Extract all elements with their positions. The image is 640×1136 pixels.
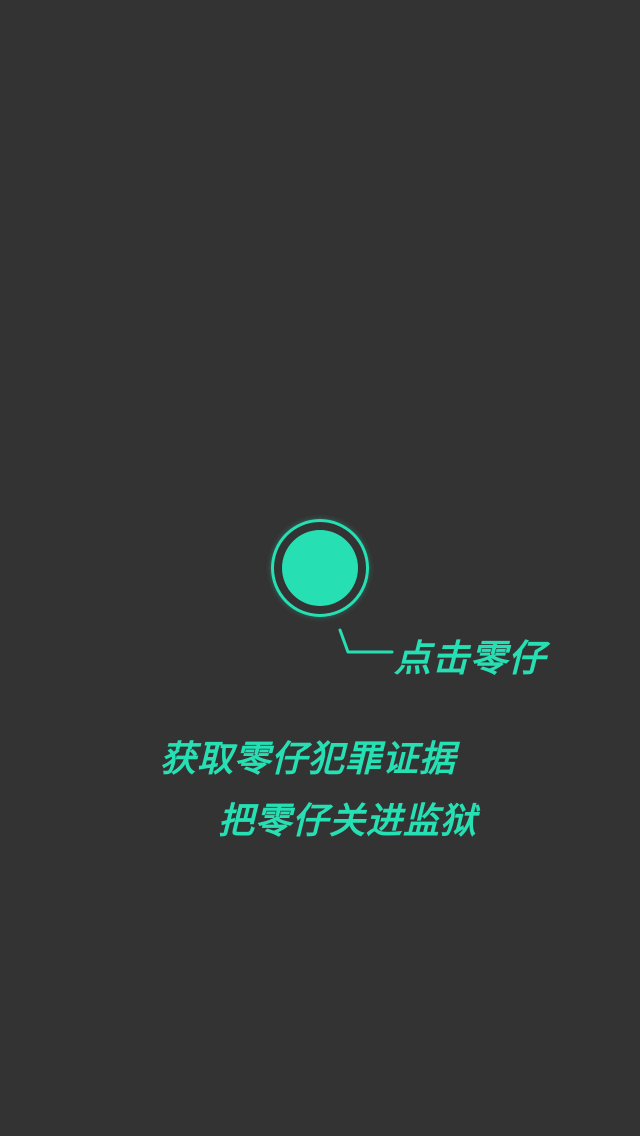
zero-target-core[interactable] <box>282 530 358 606</box>
mission-text-line-2: 把零仔关进监狱 <box>218 801 478 842</box>
mission-text-line-1: 获取零仔犯罪证据 <box>160 739 457 780</box>
zero-target-button[interactable] <box>271 519 369 617</box>
tap-hint-label: 点击零仔 <box>394 637 546 680</box>
hint-pointer-line <box>338 628 394 654</box>
game-screen: 点击零仔 获取零仔犯罪证据 把零仔关进监狱 <box>0 0 640 1136</box>
